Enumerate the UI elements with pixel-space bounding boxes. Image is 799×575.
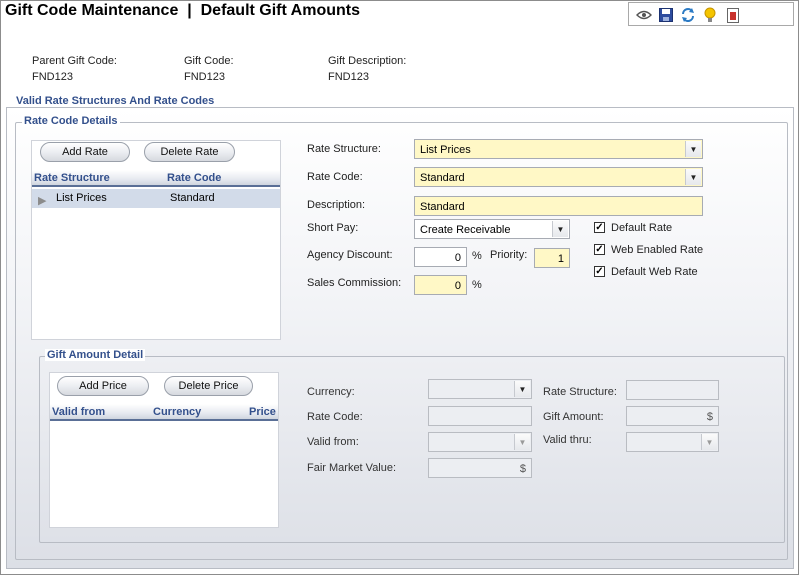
tip-icon[interactable]	[701, 6, 719, 24]
column-header-price[interactable]: Price	[249, 406, 276, 418]
rate-structure-select[interactable]: List Prices ▼	[414, 139, 703, 159]
gift-amount-detail-title: Gift Amount Detail	[45, 349, 146, 361]
valid-thru-select[interactable]: ▼	[626, 432, 719, 452]
table-row[interactable]: ▶ List Prices Standard	[32, 189, 280, 208]
gift-rate-code-label: Rate Code:	[307, 411, 363, 423]
chevron-down-icon[interactable]: ▼	[701, 434, 717, 450]
row-expander-icon[interactable]: ▶	[38, 194, 46, 207]
gift-rate-structure-input[interactable]	[626, 380, 719, 400]
page-title: Gift Code Maintenance | Default Gift Amo…	[5, 2, 361, 19]
gift-amount-input[interactable]: $	[626, 406, 719, 426]
fair-market-value-input[interactable]: $	[428, 458, 532, 478]
chevron-down-icon[interactable]: ▼	[514, 434, 530, 450]
rate-code-label: Rate Code:	[307, 171, 363, 183]
row-rate-structure: List Prices	[56, 192, 107, 204]
priority-input[interactable]: 1	[534, 248, 570, 268]
save-icon[interactable]	[657, 6, 675, 24]
fair-market-value-label: Fair Market Value:	[307, 462, 397, 474]
web-enabled-rate-label: Web Enabled Rate	[611, 244, 704, 256]
chevron-down-icon[interactable]: ▼	[514, 381, 530, 397]
refresh-icon[interactable]	[679, 6, 697, 24]
chevron-down-icon[interactable]: ▼	[685, 169, 701, 185]
rate-structure-label: Rate Structure:	[307, 143, 381, 155]
column-header-currency[interactable]: Currency	[153, 406, 201, 418]
priority-label: Priority:	[490, 249, 528, 261]
rate-code-select[interactable]: Standard ▼	[414, 167, 703, 187]
rate-code-value: Standard	[420, 172, 465, 184]
short-pay-select[interactable]: Create Receivable ▼	[414, 219, 570, 239]
currency-select[interactable]: ▼	[428, 379, 532, 399]
default-rate-checkbox[interactable]: ✓	[594, 222, 605, 233]
sales-commission-input[interactable]: 0	[414, 275, 467, 295]
gift-code-label: Gift Code:	[184, 55, 234, 67]
currency-label: Currency:	[307, 386, 355, 398]
rate-grid-header: Rate Structure Rate Code	[32, 170, 280, 187]
valid-rates-title: Valid Rate Structures And Rate Codes	[14, 95, 217, 107]
add-rate-button[interactable]: Add Rate	[40, 142, 130, 162]
default-web-rate-label: Default Web Rate	[611, 266, 698, 278]
agency-discount-percent: %	[472, 250, 482, 262]
delete-rate-button[interactable]: Delete Rate	[144, 142, 235, 162]
short-pay-value: Create Receivable	[420, 224, 511, 236]
column-header-valid-from[interactable]: Valid from	[52, 406, 105, 418]
gift-description-value: FND123	[328, 71, 369, 83]
chevron-down-icon[interactable]: ▼	[685, 141, 701, 157]
default-rate-label: Default Rate	[611, 222, 673, 234]
description-input[interactable]: Standard	[414, 196, 703, 216]
web-enabled-rate-checkbox[interactable]: ✓	[594, 244, 605, 255]
default-web-rate-checkbox[interactable]: ✓	[594, 266, 605, 277]
row-rate-code: Standard	[170, 192, 215, 204]
agency-discount-label: Agency Discount:	[307, 249, 393, 261]
sales-commission-label: Sales Commission:	[307, 277, 402, 289]
description-label: Description:	[307, 199, 366, 211]
agency-discount-input[interactable]: 0	[414, 247, 467, 267]
valid-from-label: Valid from:	[307, 436, 359, 448]
rate-structure-value: List Prices	[420, 144, 471, 156]
gift-rate-code-input[interactable]	[428, 406, 532, 426]
parent-gift-code-label: Parent Gift Code:	[32, 55, 117, 67]
price-grid-header: Valid from Currency Price	[50, 404, 278, 421]
report-icon[interactable]	[724, 6, 742, 24]
parent-gift-code-value: FND123	[32, 71, 73, 83]
delete-price-button[interactable]: Delete Price	[164, 376, 253, 396]
gift-rate-structure-label: Rate Structure:	[543, 386, 617, 398]
valid-from-select[interactable]: ▼	[428, 432, 532, 452]
column-header-rate-code[interactable]: Rate Code	[167, 172, 221, 184]
rate-code-details-title: Rate Code Details	[22, 115, 120, 127]
gift-amount-label: Gift Amount:	[543, 411, 604, 423]
add-price-button[interactable]: Add Price	[57, 376, 149, 396]
toolbar	[628, 2, 794, 26]
view-icon[interactable]	[635, 6, 653, 24]
gift-description-label: Gift Description:	[328, 55, 407, 67]
gift-code-value: FND123	[184, 71, 225, 83]
short-pay-label: Short Pay:	[307, 222, 359, 234]
valid-thru-label: Valid thru:	[543, 434, 592, 446]
chevron-down-icon[interactable]: ▼	[552, 221, 568, 237]
sales-commission-percent: %	[472, 279, 482, 291]
column-header-rate-structure[interactable]: Rate Structure	[34, 172, 110, 184]
